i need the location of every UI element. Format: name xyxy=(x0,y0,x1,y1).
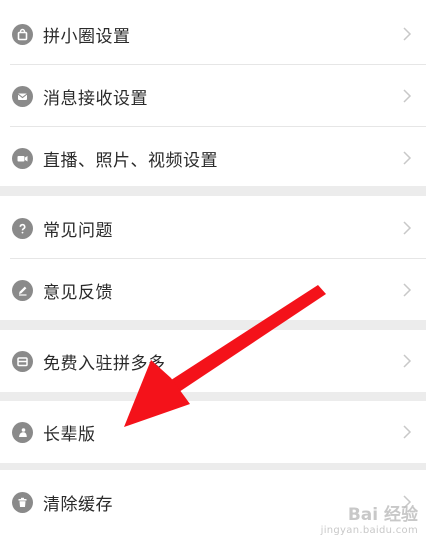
watermark: Bai 经验 jingyan.baidu.com xyxy=(321,500,418,536)
chevron-right-icon xyxy=(403,425,412,439)
chevron-right-icon xyxy=(403,221,412,235)
setting-item-label: 免费入驻拼多多 xyxy=(43,353,166,374)
store-icon xyxy=(12,350,33,372)
setting-item-elder-mode[interactable]: 长辈版 xyxy=(0,401,426,463)
watermark-logo: Bai 经验 xyxy=(347,505,418,525)
setting-item-label: 直播、照片、视频设置 xyxy=(43,150,218,171)
chevron-right-icon xyxy=(403,354,412,368)
settings-group-1: 拼小圈设置 消息接收设置 直播、照片、视频设置 xyxy=(0,0,426,186)
settings-group-4: 长辈版 xyxy=(0,401,426,463)
pencil-icon xyxy=(12,279,33,301)
setting-item-label: 拼小圈设置 xyxy=(43,26,131,47)
camera-icon xyxy=(12,147,33,169)
setting-item-label: 清除缓存 xyxy=(43,494,113,515)
settings-group-3: 免费入驻拼多多 xyxy=(0,330,426,392)
setting-item-label: 长辈版 xyxy=(43,424,96,445)
chevron-right-icon xyxy=(403,283,412,297)
setting-item-pin-circle[interactable]: 拼小圈设置 xyxy=(0,3,426,65)
bag-icon xyxy=(12,23,33,45)
setting-item-label: 意见反馈 xyxy=(43,282,113,303)
setting-item-feedback[interactable]: 意见反馈 xyxy=(0,259,426,321)
setting-item-message[interactable]: 消息接收设置 xyxy=(0,65,426,127)
message-icon xyxy=(12,85,33,107)
settings-group-2: 常见问题 意见反馈 xyxy=(0,196,426,320)
elder-icon xyxy=(12,421,33,443)
setting-item-media[interactable]: 直播、照片、视频设置 xyxy=(0,127,426,189)
chevron-right-icon xyxy=(403,89,412,103)
trash-icon xyxy=(12,491,33,513)
setting-item-join[interactable]: 免费入驻拼多多 xyxy=(0,330,426,392)
setting-item-label: 消息接收设置 xyxy=(43,88,148,109)
chevron-right-icon xyxy=(403,151,412,165)
question-icon xyxy=(12,217,33,239)
chevron-right-icon xyxy=(403,27,412,41)
setting-item-faq[interactable]: 常见问题 xyxy=(0,197,426,259)
watermark-url: jingyan.baidu.com xyxy=(320,525,418,536)
setting-item-label: 常见问题 xyxy=(43,220,113,241)
